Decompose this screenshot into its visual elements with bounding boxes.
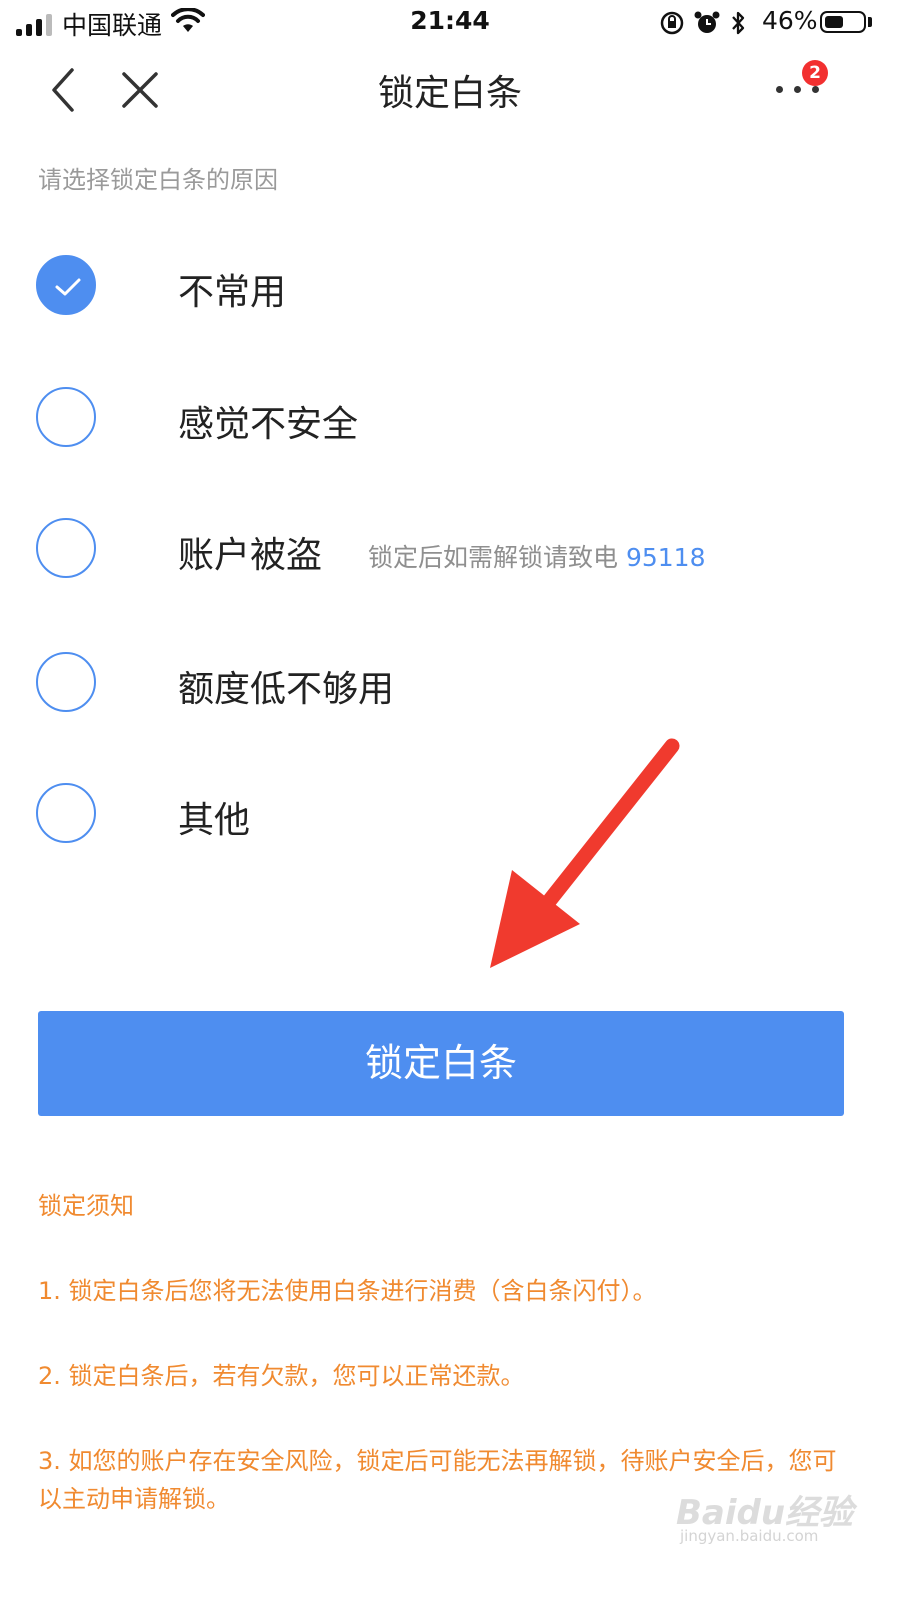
option-feel-unsafe[interactable]: 感觉不安全: [36, 377, 856, 457]
option-label: 额度低不够用: [178, 669, 395, 710]
notice-item: 2. 锁定白条后，若有欠款，您可以正常还款。: [38, 1362, 525, 1390]
battery-icon: [820, 11, 866, 33]
unlock-hint-text: 锁定后如需解锁请致电: [368, 543, 619, 572]
baidu-jingyan-watermark: Baidu经验 jingyan.baidu.com: [676, 1485, 853, 1555]
watermark-url: jingyan.baidu.com: [680, 1527, 819, 1545]
reason-prompt: 请选择锁定白条的原因: [38, 166, 278, 194]
battery-percent: 46%: [762, 6, 818, 35]
status-icons: [660, 10, 755, 40]
option-low-credit[interactable]: 额度低不够用: [36, 642, 856, 722]
alarm-icon: [694, 11, 720, 33]
more-dots-icon: [776, 86, 783, 93]
battery-tip: [868, 17, 872, 27]
option-account-stolen[interactable]: 账户被盗 锁定后如需解锁请致电 95118: [36, 508, 856, 588]
lock-baitiao-button[interactable]: 锁定白条: [38, 1011, 844, 1116]
notification-badge: 2: [802, 60, 828, 86]
radio-unchecked-icon[interactable]: [36, 652, 96, 712]
notice-item: 1. 锁定白条后您将无法使用白条进行消费（含白条闪付）。: [38, 1277, 657, 1305]
option-label: 不常用: [178, 272, 287, 313]
option-label: 感觉不安全: [178, 404, 359, 445]
rotation-lock-icon: [660, 11, 684, 35]
unlock-hint: 锁定后如需解锁请致电 95118: [368, 538, 706, 574]
phone-number-link[interactable]: 95118: [626, 543, 706, 572]
radio-checked-icon[interactable]: [36, 255, 96, 315]
option-label: 其他: [178, 800, 251, 841]
notice-title: 锁定须知: [38, 1192, 134, 1220]
more-dot: [812, 86, 819, 93]
status-bar: 中国联通 21:44 46%: [0, 0, 900, 48]
radio-unchecked-icon[interactable]: [36, 783, 96, 843]
more-dot: [794, 86, 801, 93]
option-label: 账户被盗: [178, 535, 323, 576]
radio-unchecked-icon[interactable]: [36, 518, 96, 578]
option-not-often-used[interactable]: 不常用: [36, 245, 856, 325]
red-arrow-icon: [480, 730, 690, 984]
radio-unchecked-icon[interactable]: [36, 387, 96, 447]
page-title: 锁定白条: [377, 73, 522, 114]
option-other[interactable]: 其他: [36, 773, 856, 853]
bluetooth-icon: [732, 11, 745, 35]
